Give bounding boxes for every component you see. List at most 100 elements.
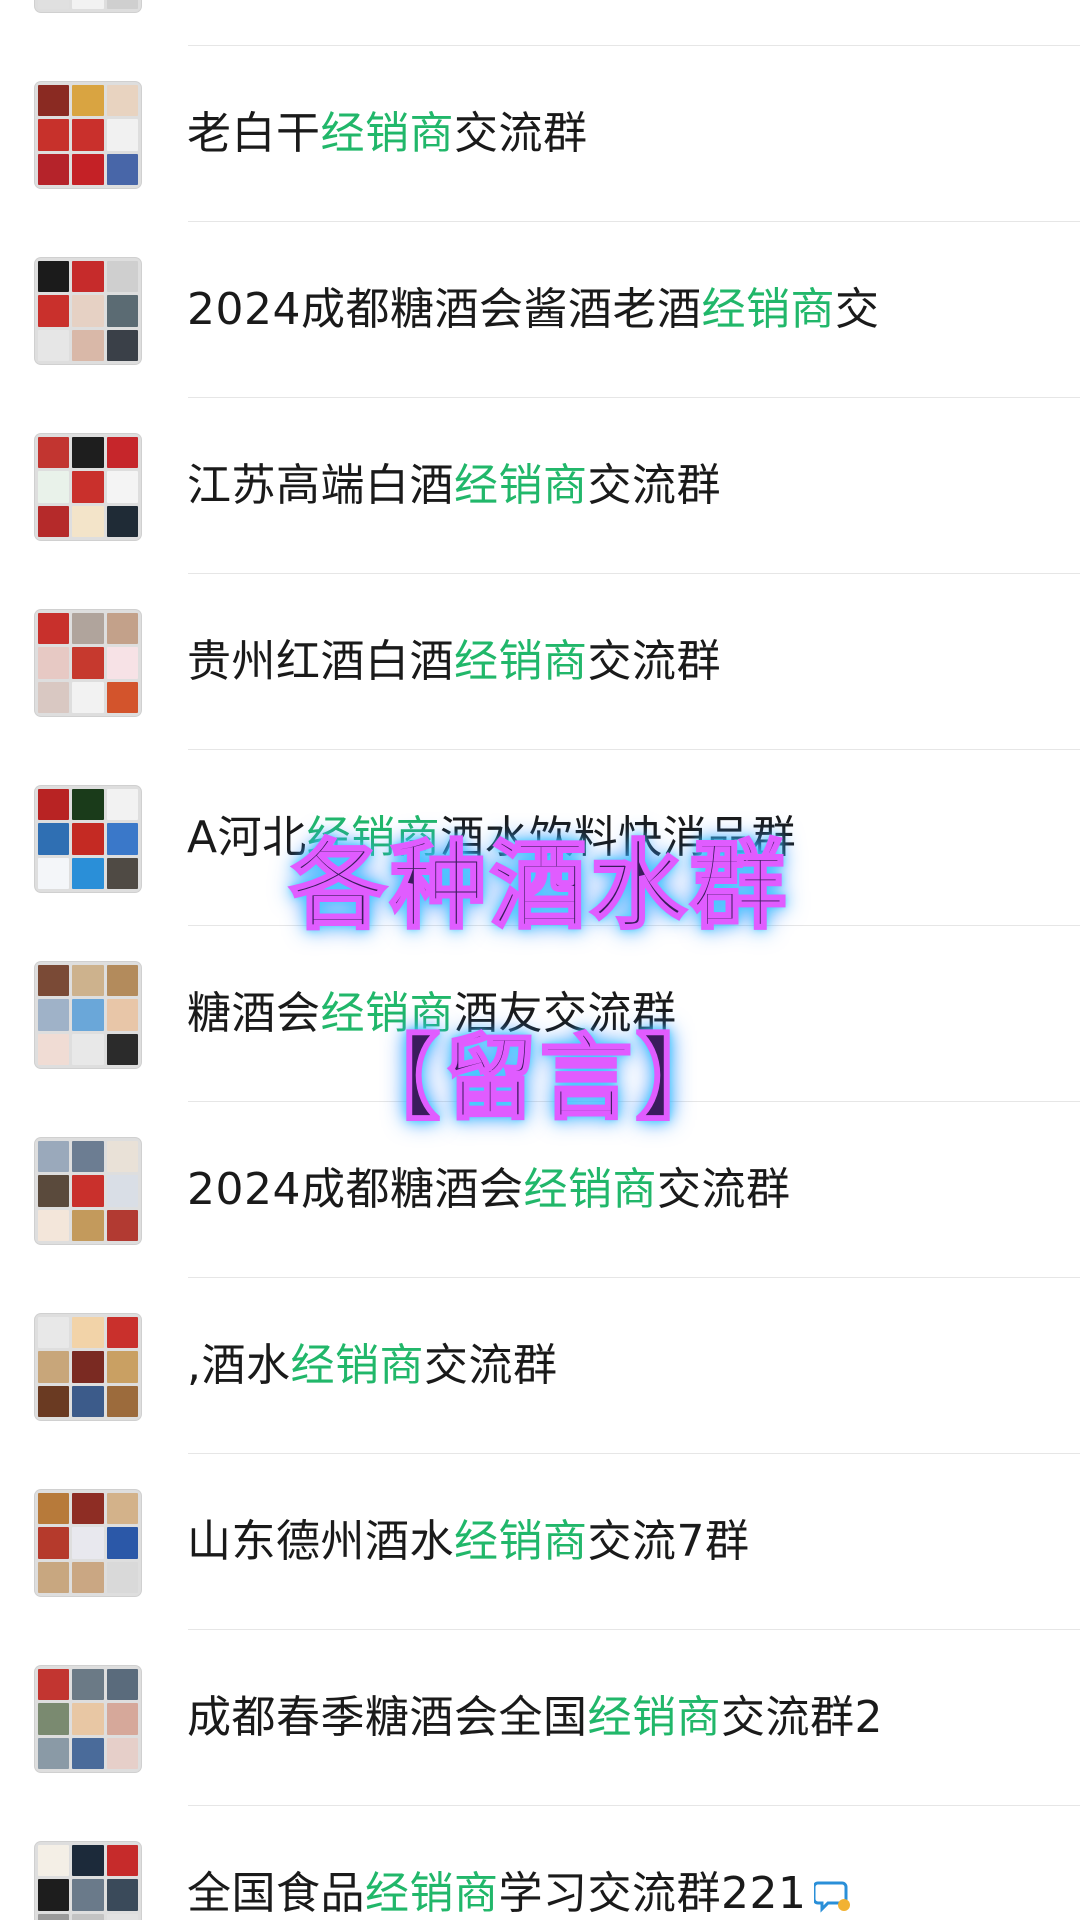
avatar-tile [72, 1175, 104, 1207]
group-name: ,酒水经销商交流群 [187, 1278, 558, 1454]
avatar-tile [106, 1703, 138, 1735]
group-name: 成都春季糖酒会全国经销商交流群2 [187, 1630, 883, 1806]
avatar-tile [106, 261, 138, 293]
avatar-tile [38, 1175, 70, 1207]
group-name-suffix: 交流群 [587, 636, 721, 687]
avatar-tile [106, 1527, 138, 1559]
group-name-prefix: 全国食品 [187, 1868, 365, 1919]
avatar-tile [106, 119, 138, 151]
group-avatar [35, 610, 141, 716]
group-name-keyword: 经销商 [290, 1340, 424, 1391]
avatar-tile [38, 1351, 70, 1383]
avatar-tile [38, 85, 70, 117]
avatar-tile [38, 505, 70, 537]
avatar-tile [38, 647, 70, 679]
group-list-item[interactable]: 贵州红酒白酒经销商交流群 [0, 574, 1080, 750]
group-name-prefix: 贵州红酒白酒 [187, 636, 454, 687]
group-name: 贵州红酒白酒经销商交流群 [187, 574, 721, 750]
avatar-tile [106, 965, 138, 997]
avatar-tile [72, 1527, 104, 1559]
group-list-item[interactable]: 老白干经销商交流群 [0, 46, 1080, 222]
group-avatar [35, 1666, 141, 1772]
avatar-tile [72, 0, 104, 9]
group-name-prefix: 山东德州酒水 [187, 1516, 454, 1567]
avatar-tile [106, 681, 138, 713]
group-avatar [35, 1490, 141, 1596]
group-list-item[interactable]: 成都春季糖酒会全国经销商交流群2 [0, 1630, 1080, 1806]
group-avatar [35, 1842, 141, 1920]
group-name: 老白干经销商交流群 [187, 46, 588, 222]
group-avatar [35, 258, 141, 364]
avatar-tile [72, 1561, 104, 1593]
group-name-keyword: 经销商 [454, 636, 588, 687]
group-list-item[interactable]: 江苏高端白酒经销商交流群 [0, 398, 1080, 574]
avatar-tile [72, 329, 104, 361]
overlay-caption-title: 各种酒水群 [289, 829, 790, 944]
avatar-tile [38, 1209, 70, 1241]
avatar-tile [72, 261, 104, 293]
avatar-tile [72, 1879, 104, 1911]
avatar-tile [106, 1913, 138, 1920]
group-name: 江苏高端白酒经销商交流群 [187, 398, 721, 574]
avatar-tile [106, 1385, 138, 1417]
avatar-tile [38, 1527, 70, 1559]
avatar-tile [72, 119, 104, 151]
avatar-tile [72, 1351, 104, 1383]
avatar-tile [72, 1845, 104, 1877]
group-name-keyword: 经销商 [454, 1516, 588, 1567]
group-name-keyword: 经销商 [523, 1164, 657, 1215]
group-name-suffix: 交 [834, 284, 880, 335]
avatar-tile [106, 295, 138, 327]
group-name-prefix: 2024成都糖酒会 [187, 1164, 524, 1215]
avatar-tile [106, 1737, 138, 1769]
group-name-suffix: 交流群2 [721, 1692, 883, 1743]
avatar-tile [106, 437, 138, 469]
avatar-tile [38, 471, 70, 503]
avatar-tile [38, 261, 70, 293]
group-list-item[interactable]: ,酒水经销商交流群 [0, 1278, 1080, 1454]
group-name-keyword: 经销商 [701, 284, 835, 335]
avatar-tile [72, 1141, 104, 1173]
group-list-item[interactable]: 全国食品经销商学习交流群221 [0, 1806, 1080, 1920]
avatar-tile [106, 1209, 138, 1241]
avatar-tile [72, 1669, 104, 1701]
group-name-prefix: 2024成都糖酒会酱酒老酒 [187, 284, 702, 335]
avatar-tile [38, 1561, 70, 1593]
group-name-suffix: 交流群 [424, 1340, 558, 1391]
avatar-tile [106, 1141, 138, 1173]
avatar-tile [38, 329, 70, 361]
avatar-tile [38, 437, 70, 469]
avatar-tile [106, 329, 138, 361]
avatar-tile [38, 1879, 70, 1911]
group-name: 全国食品经销商学习交流群221 [187, 1806, 854, 1920]
avatar-tile [72, 1493, 104, 1525]
avatar-tile [72, 1385, 104, 1417]
group-list-item[interactable]: 2024成都糖酒会酱酒老酒经销商交 [0, 222, 1080, 398]
avatar-tile [106, 85, 138, 117]
group-list-item[interactable] [0, 0, 1080, 46]
avatar-tile [106, 1879, 138, 1911]
avatar-tile [106, 1669, 138, 1701]
avatar-tile [72, 965, 104, 997]
avatar-tile [38, 1703, 70, 1735]
avatar-tile [72, 1913, 104, 1920]
avatar-tile [38, 295, 70, 327]
chat-bubble-icon [814, 1881, 851, 1913]
group-avatar [35, 0, 141, 12]
group-list-item[interactable]: 山东德州酒水经销商交流7群 [0, 1454, 1080, 1630]
avatar-tile [72, 85, 104, 117]
avatar-tile [106, 613, 138, 645]
group-name-suffix: 交流群 [454, 108, 588, 159]
avatar-tile [38, 0, 70, 9]
avatar-tile [72, 153, 104, 185]
group-name-prefix: ,酒水 [187, 1340, 291, 1391]
avatar-tile [38, 119, 70, 151]
avatar-tile [38, 1913, 70, 1920]
group-name-suffix: 交流群 [587, 460, 721, 511]
avatar-tile [38, 965, 70, 997]
group-avatar [35, 82, 141, 188]
avatar-tile [106, 647, 138, 679]
group-search-screen: 老白干经销商交流群 2024成都糖酒会酱酒老酒经销商交 江苏高端白酒经销商交流群 贵州… [0, 0, 1080, 1920]
avatar-tile [38, 1845, 70, 1877]
group-name: 山东德州酒水经销商交流7群 [187, 1454, 750, 1630]
